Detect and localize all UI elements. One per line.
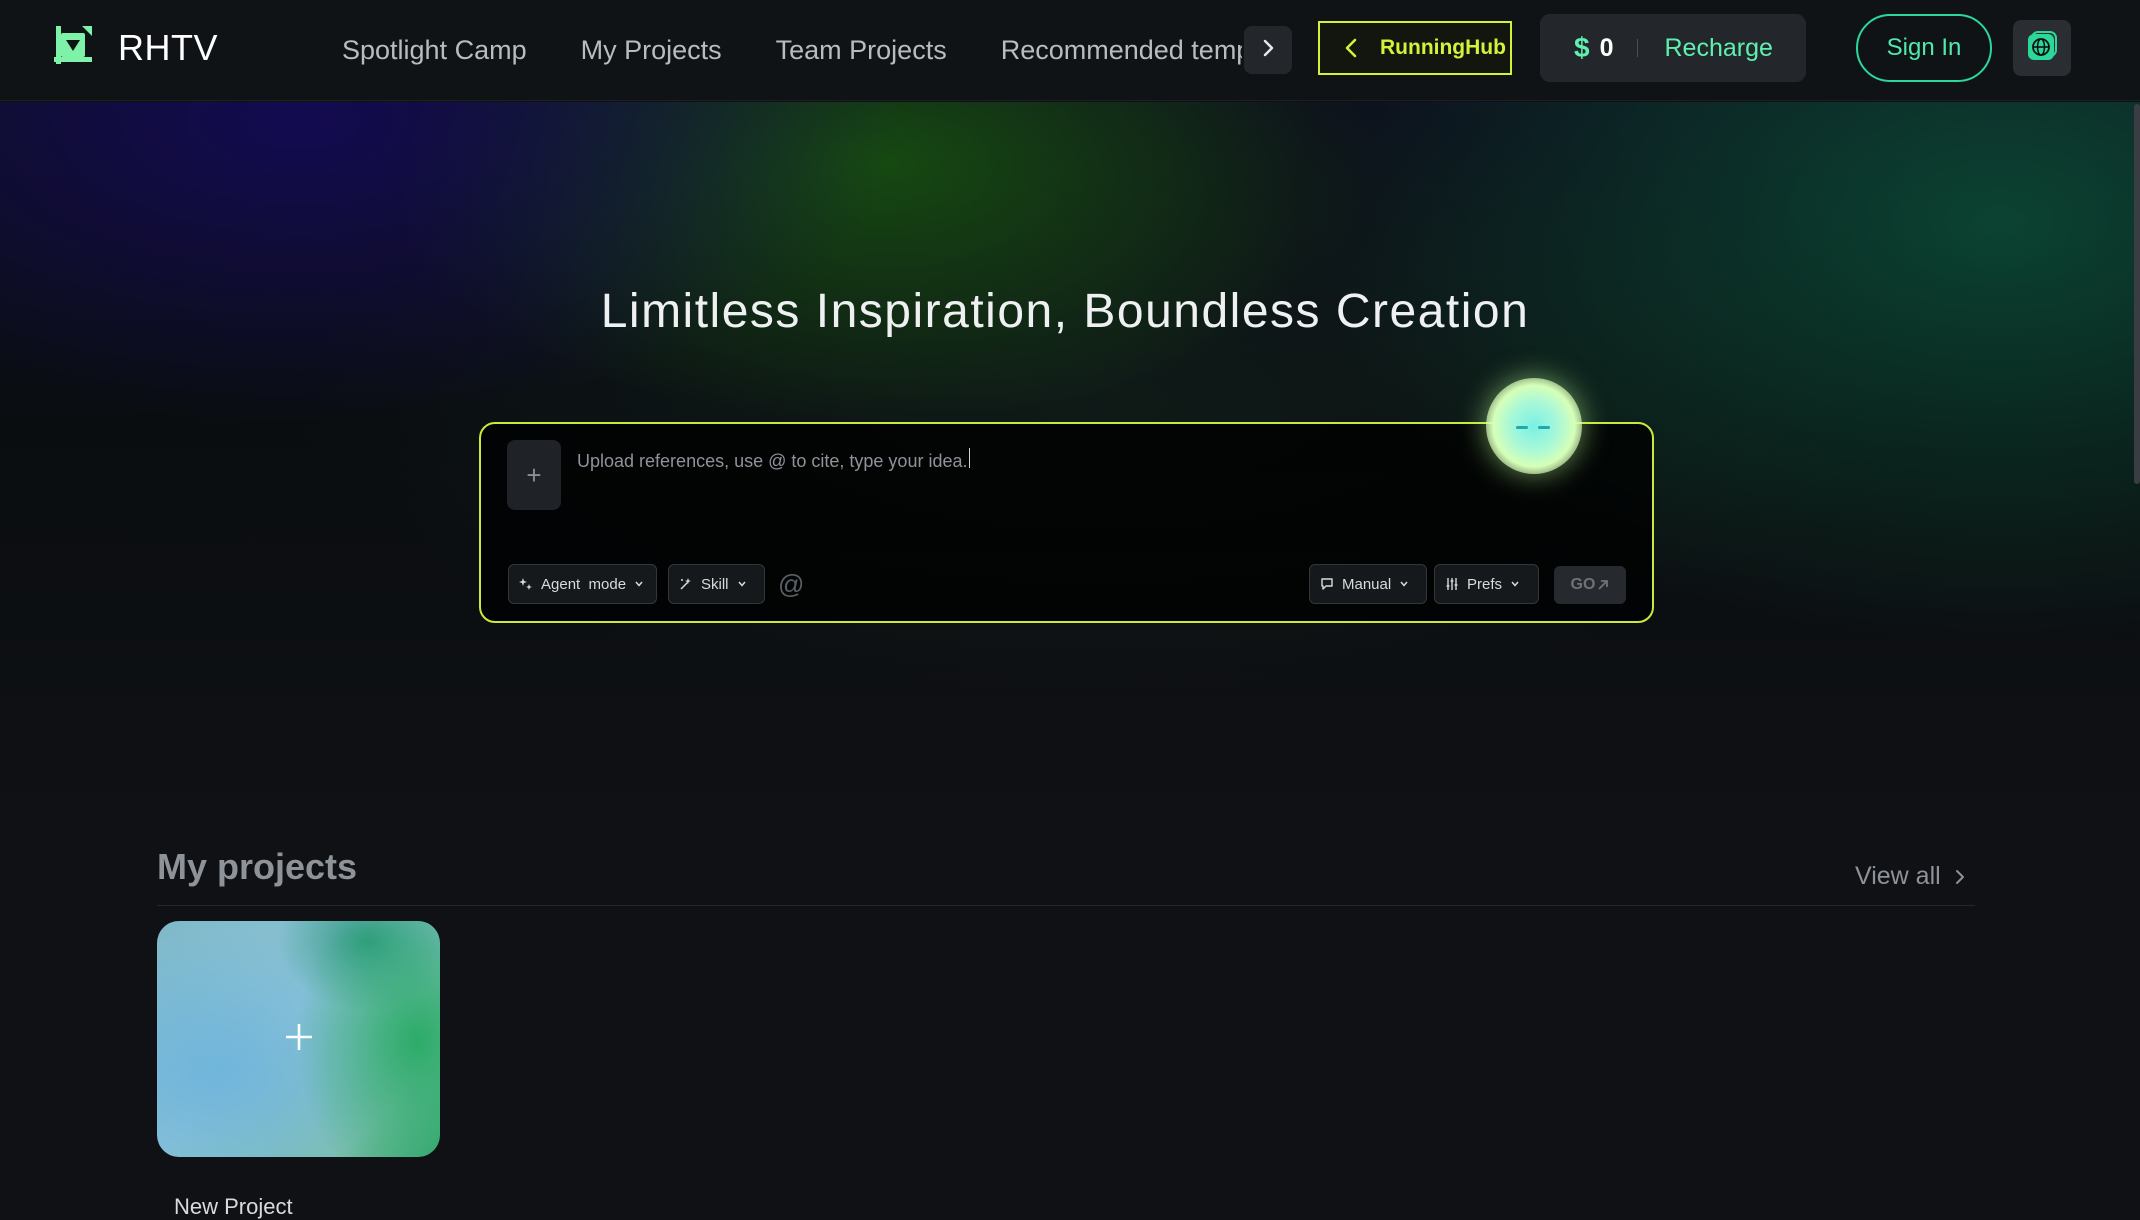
recharge-button[interactable]: Recharge [1664, 34, 1772, 63]
assistant-mascot[interactable] [1486, 378, 1582, 474]
brand[interactable]: RHTV [52, 24, 218, 71]
globe-icon [2025, 29, 2059, 68]
manual-label: Manual [1342, 575, 1392, 593]
chevron-left-icon [1344, 37, 1358, 59]
prompt-composer: + Agent mode Skill @ Manual Pr [479, 422, 1654, 623]
view-all-label: View all [1855, 862, 1941, 890]
mascot-eye-left [1516, 426, 1528, 429]
chevron-down-icon [1399, 580, 1409, 588]
sparkle-icon [519, 577, 533, 591]
chevron-down-icon [1510, 580, 1520, 588]
logo-icon [52, 24, 94, 71]
chat-icon [1320, 577, 1334, 591]
brand-name: RHTV [118, 26, 218, 68]
my-projects-heading: My projects [157, 846, 358, 887]
agent-mode-label: Agent mode [541, 575, 627, 593]
view-all-link[interactable]: View all [1855, 862, 1965, 891]
top-navigation-bar: RHTV Spotlight Camp My Projects Team Pro… [0, 0, 2140, 101]
sliders-icon [1445, 577, 1459, 591]
mascot-eye-right [1538, 426, 1550, 429]
new-project-label: New Project [174, 1194, 293, 1219]
chevron-down-icon [737, 580, 747, 588]
nav-item-my-projects[interactable]: My Projects [581, 35, 722, 66]
skill-dropdown[interactable]: Skill [668, 564, 765, 604]
mention-button[interactable]: @ [778, 569, 804, 600]
chevron-down-icon [634, 580, 644, 588]
runninghub-button[interactable]: RunningHub [1318, 21, 1512, 75]
nav-item-spotlight-camp[interactable]: Spotlight Camp [342, 35, 527, 66]
sign-in-button[interactable]: Sign In [1856, 14, 1992, 82]
currency-symbol: $ [1574, 32, 1590, 63]
nav-item-team-projects[interactable]: Team Projects [776, 35, 947, 66]
runninghub-label: RunningHub [1380, 36, 1506, 59]
go-label: GO [1570, 576, 1596, 593]
plus-icon [284, 1022, 314, 1057]
prefs-dropdown[interactable]: Prefs [1434, 564, 1539, 604]
hero-title: Limitless Inspiration, Boundless Creatio… [600, 285, 1530, 338]
wallet-balance: 0 [1599, 33, 1614, 62]
language-button[interactable] [2013, 20, 2071, 76]
go-button[interactable]: GO [1554, 566, 1626, 604]
prompt-input[interactable] [577, 446, 1477, 476]
page-scrollbar[interactable] [2134, 104, 2140, 484]
nav-scroll-right-button[interactable] [1244, 26, 1292, 74]
arrow-up-right-icon [1597, 579, 1609, 591]
upload-reference-button[interactable]: + [507, 440, 561, 510]
nav-item-recommended-templates[interactable]: Recommended templates [1001, 35, 1242, 66]
wallet: $ 0 Recharge [1540, 14, 1806, 82]
wallet-divider [1637, 39, 1639, 57]
new-project-card[interactable] [157, 921, 440, 1157]
text-caret [969, 448, 970, 468]
projects-divider [157, 905, 1975, 906]
chevron-right-icon [1955, 868, 1965, 886]
skill-icon [679, 577, 693, 591]
main-nav: Spotlight Camp My Projects Team Projects… [342, 0, 1242, 101]
agent-mode-dropdown[interactable]: Agent mode [508, 564, 657, 604]
skill-label: Skill [701, 575, 729, 593]
prefs-label: Prefs [1467, 575, 1503, 593]
manual-dropdown[interactable]: Manual [1309, 564, 1427, 604]
chevron-right-icon [1261, 38, 1275, 63]
